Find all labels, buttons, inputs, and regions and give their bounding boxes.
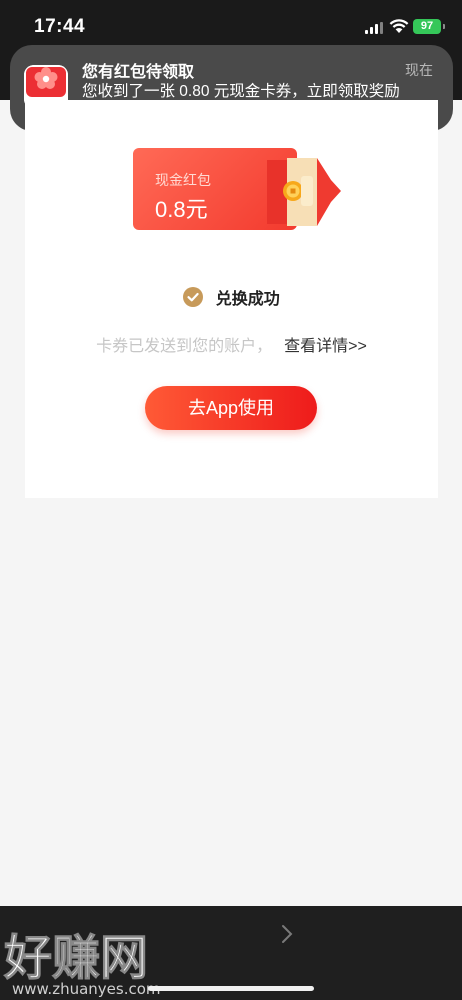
svg-text:好赚网: 好赚网: [3, 930, 148, 986]
coupon-label: 现金红包: [155, 172, 211, 188]
success-text: 兑换成功: [215, 291, 280, 308]
success-status: 兑换成功: [25, 285, 438, 311]
view-details-link[interactable]: 查看详情>>: [284, 338, 367, 355]
battery-icon: 97: [413, 19, 445, 34]
home-indicator[interactable]: [148, 986, 314, 991]
notification-time: 现在: [405, 62, 433, 78]
bottom-bar: 好赚网 www.zhuanyes.com: [0, 906, 462, 1000]
battery-level: 97: [420, 20, 434, 32]
red-envelope-icon: [267, 158, 341, 226]
cash-coupon: 现金红包 0.8元: [133, 148, 341, 232]
delivery-text: 卡券已发送到您的账户，: [96, 338, 273, 355]
svg-text:www.zhuanyes.com: www.zhuanyes.com: [12, 980, 161, 997]
page: 17:44 97 您有红包待领取 现在 您收到了一张 0.80 元现金卡券，立即…: [0, 0, 462, 1000]
check-circle-icon: [183, 287, 204, 307]
wifi-icon: [389, 19, 409, 33]
forward-arrow-icon[interactable]: [278, 922, 296, 946]
status-time: 17:44: [34, 16, 86, 37]
result-card: 现金红包 0.8元 兑换成功 卡券已发送到您的账户， 查看详情>> 去App使用: [25, 100, 438, 498]
notification-title: 您有红包待领取: [82, 64, 195, 81]
go-to-app-button[interactable]: 去App使用: [145, 386, 317, 430]
coupon-amount: 0.8元: [155, 197, 208, 222]
delivery-info: 卡券已发送到您的账户， 查看详情>>: [25, 332, 438, 356]
signal-icon: [365, 22, 383, 34]
